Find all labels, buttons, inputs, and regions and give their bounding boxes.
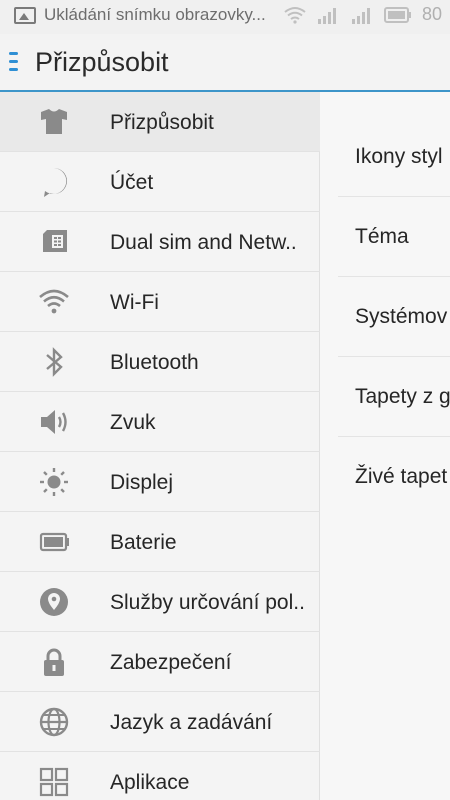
customize-detail-pane: Ikony styl Téma Systémov Tapety z g Živé… [320,92,450,800]
sidebar-item-label: Zabezpečení [110,651,232,674]
location-pin-icon [40,588,68,616]
settings-sidebar: Přizpůsobit Účet Dual sim and Netw.. Wi-… [0,92,320,800]
lock-icon [44,648,64,676]
battery-level: 80 [421,4,442,24]
sidebar-item-label: Aplikace [110,771,190,794]
sidebar-item-label: Dual sim and Netw.. [110,231,297,254]
sim-card-icon [43,230,67,252]
battery-status-icon [383,6,411,23]
sidebar-item-label: Jazyk a zadávání [110,711,273,734]
sidebar-item-label: Účet [110,171,154,194]
bluetooth-icon [46,347,63,377]
sidebar-item-security[interactable]: Zabezpečení [0,632,320,692]
sidebar-item-language[interactable]: Jazyk a zadávání [0,692,320,752]
menu-icon[interactable] [9,52,19,74]
brightness-icon [40,468,68,496]
detail-item-label: Systémov [355,305,448,328]
status-bar: Ukládání snímku obrazovky... 80 [0,0,450,34]
toolbar: Přizpůsobit [0,34,450,92]
speaker-icon [41,410,67,434]
sidebar-item-label: Displej [110,471,174,494]
detail-item-label: Tapety z g [355,385,450,408]
sidebar-item-account[interactable]: Účet [0,152,320,212]
sidebar-item-location[interactable]: Služby určování pol.. [0,572,320,632]
detail-item-label: Ikony styl [355,145,443,168]
detail-item-label: Živé tapet [355,465,448,488]
sidebar-item-label: Služby určování pol.. [110,591,305,614]
detail-item-system[interactable]: Systémov [338,277,450,357]
sidebar-item-label: Zvuk [110,411,156,434]
detail-item-theme[interactable]: Téma [338,197,450,277]
detail-item-icon-styles[interactable]: Ikony styl [338,117,450,197]
status-icons: 80 [284,4,442,25]
sidebar-item-label: Přizpůsobit [110,111,214,134]
apps-grid-icon [39,767,69,797]
page-title: Přizpůsobit [35,47,169,77]
signal-icon [351,7,370,24]
wifi-icon [39,289,69,314]
signal-4g-icon [317,7,336,24]
shirt-icon [41,109,67,134]
sidebar-item-label: Wi-Fi [110,291,159,314]
sidebar-item-apps[interactable]: Aplikace [0,752,320,800]
screenshot-image-icon [14,7,36,24]
sidebar-item-wifi[interactable]: Wi-Fi [0,272,320,332]
sidebar-item-bluetooth[interactable]: Bluetooth [0,332,320,392]
sidebar-item-display[interactable]: Displej [0,452,320,512]
sidebar-item-dual-sim[interactable]: Dual sim and Netw.. [0,212,320,272]
sidebar-item-label: Bluetooth [110,351,199,374]
globe-icon [39,707,69,737]
sidebar-item-battery[interactable]: Baterie [0,512,320,572]
account-cloud-icon [44,168,67,197]
sidebar-item-customize[interactable]: Přizpůsobit [0,92,320,152]
detail-item-wallpapers[interactable]: Tapety z g [338,357,450,437]
sidebar-item-label: Baterie [110,531,177,554]
detail-item-label: Téma [355,225,409,248]
detail-item-live-wallpapers[interactable]: Živé tapet [338,437,450,517]
wifi-status-icon [284,6,306,24]
notification-text: Ukládání snímku obrazovky... [44,5,266,24]
battery-icon [39,532,69,552]
sidebar-item-sound[interactable]: Zvuk [0,392,320,452]
